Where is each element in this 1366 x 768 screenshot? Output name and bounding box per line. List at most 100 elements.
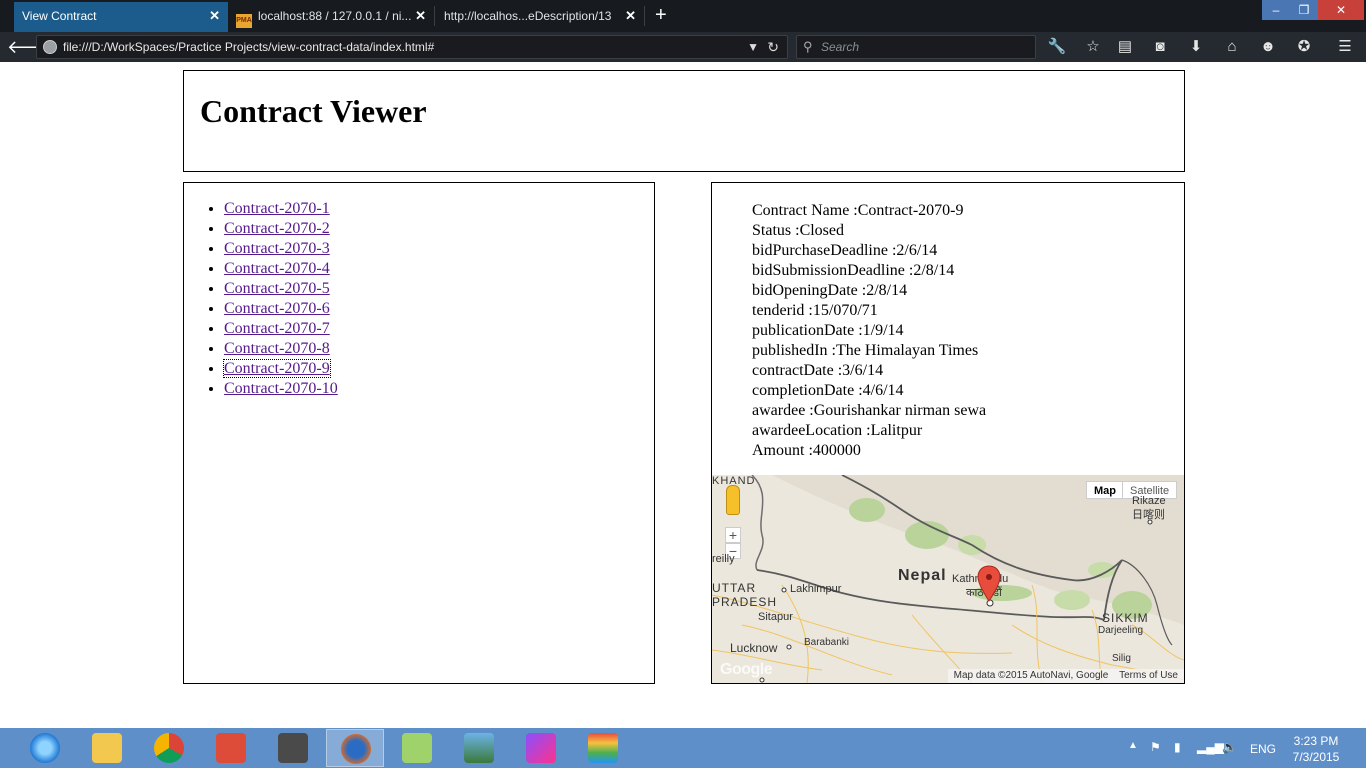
list-item: Contract-2070-4 <box>224 259 338 279</box>
windows-taskbar <box>0 728 1366 768</box>
map-label-region: KHAND <box>712 475 756 487</box>
contract-detail-panel: Contract Name :Contract-2070-9 Status :C… <box>711 182 1185 684</box>
reload-icon[interactable]: ↻ <box>767 36 779 58</box>
map-label-lucknow: Lucknow <box>730 641 778 655</box>
map-label-region: PRADESH <box>712 595 778 609</box>
terms-link[interactable]: Terms of Use <box>1119 670 1178 681</box>
map-label-sitapur: Sitapur <box>758 611 793 623</box>
url-bar[interactable]: file:///D:/WorkSpaces/Practice Projects/… <box>36 35 788 59</box>
photo-viewer-icon[interactable] <box>450 729 508 767</box>
wrench-icon[interactable]: 🔧 <box>1046 37 1068 57</box>
globe-icon <box>43 40 57 54</box>
detail-bid-opening-date: bidOpeningDate :2/8/14 <box>752 282 908 299</box>
map-terrain <box>712 475 1184 683</box>
list-item: Contract-2070-1 <box>224 199 338 219</box>
network-icon[interactable]: ▂▄▆ <box>1197 740 1224 754</box>
flag-icon[interactable]: ⚑ <box>1150 740 1161 754</box>
search-placeholder: Search <box>821 40 860 54</box>
tab-label: View Contract <box>22 9 97 23</box>
search-bar[interactable]: ⚲ Search <box>796 35 1036 59</box>
contract-link[interactable]: Contract-2070-2 <box>224 220 330 237</box>
file-explorer-icon[interactable] <box>78 729 136 767</box>
contract-link[interactable]: Contract-2070-5 <box>224 280 330 297</box>
todoist-icon[interactable] <box>202 729 260 767</box>
restore-button[interactable]: ❐ <box>1290 0 1318 20</box>
street-view-pegman-icon[interactable] <box>726 485 740 515</box>
map-label-lakhimpur: Lakhimpur <box>790 583 842 595</box>
tab-phpmyadmin[interactable]: PMA localhost:88 / 127.0.0.1 / ni... ✕ <box>228 2 434 32</box>
search-icon: ⚲ <box>803 39 813 54</box>
show-hidden-icons-icon[interactable]: ▲ <box>1128 740 1138 751</box>
internet-explorer-icon[interactable] <box>16 729 74 767</box>
detail-bid-submission-deadline: bidSubmissionDeadline :2/8/14 <box>752 262 955 279</box>
pocket-icon[interactable]: ◙ <box>1149 37 1171 57</box>
close-tab-icon[interactable]: ✕ <box>625 2 636 30</box>
tab-localhost-description[interactable]: http://localhos...eDescription/13 ✕ <box>436 2 644 32</box>
sublime-text-icon[interactable] <box>264 729 322 767</box>
list-item: Contract-2070-6 <box>224 299 338 319</box>
contract-link[interactable]: Contract-2070-6 <box>224 300 330 317</box>
map-attribution: Map data ©2015 AutoNavi, Google Terms of… <box>947 669 1184 683</box>
tab-view-contract[interactable]: View Contract ✕ <box>14 2 228 32</box>
contract-link-selected[interactable]: Contract-2070-9 <box>223 359 331 378</box>
close-tab-icon[interactable]: ✕ <box>209 2 220 30</box>
google-logo: Google <box>720 661 773 678</box>
firefox-icon[interactable] <box>326 729 384 767</box>
reading-list-icon[interactable]: ▤ <box>1114 37 1136 57</box>
bookmark-star-icon[interactable]: ☆ <box>1082 37 1104 57</box>
contract-link[interactable]: Contract-2070-7 <box>224 320 330 337</box>
contract-details: Contract Name :Contract-2070-9 Status :C… <box>752 201 986 461</box>
tab-divider <box>434 6 435 26</box>
detail-amount: Amount :400000 <box>752 442 861 459</box>
chevron-down-icon[interactable]: ▼ <box>747 36 759 58</box>
map-label-sikkim: SIKKIM <box>1102 611 1149 625</box>
contract-list-panel: Contract-2070-1 Contract-2070-2 Contract… <box>183 182 655 684</box>
list-item: Contract-2070-9 <box>223 359 338 379</box>
map-data-credit: Map data ©2015 AutoNavi, Google <box>953 670 1109 681</box>
list-item: Contract-2070-10 <box>224 379 338 399</box>
map-label-bareilly: reilly <box>712 553 735 565</box>
list-item: Contract-2070-2 <box>224 219 338 239</box>
detail-status: Status :Closed <box>752 222 845 239</box>
zoom-in-button[interactable]: + <box>725 527 741 543</box>
battery-icon[interactable]: ▮ <box>1174 740 1181 754</box>
contract-link[interactable]: Contract-2070-10 <box>224 380 338 397</box>
contract-link[interactable]: Contract-2070-8 <box>224 340 330 357</box>
chrome-icon[interactable] <box>140 729 198 767</box>
close-window-button[interactable]: ✕ <box>1318 0 1364 20</box>
header-panel: Contract Viewer <box>183 70 1185 172</box>
volume-icon[interactable]: 🔈 <box>1222 740 1237 754</box>
map-label-siliguri: Silig <box>1112 653 1131 664</box>
list-item: Contract-2070-8 <box>224 339 338 359</box>
detail-awardee: awardee :Gourishankar nirman sewa <box>752 402 987 419</box>
back-arrow-icon[interactable]: 🡐 <box>7 35 55 59</box>
tab-bar: View Contract ✕ PMA localhost:88 / 127.0.… <box>0 0 1366 32</box>
close-tab-icon[interactable]: ✕ <box>415 2 426 30</box>
list-item: Contract-2070-3 <box>224 239 338 259</box>
home-icon[interactable]: ⌂ <box>1221 37 1243 57</box>
contract-link[interactable]: Contract-2070-1 <box>224 200 330 217</box>
bluestacks-icon[interactable] <box>574 729 632 767</box>
addon-icon[interactable]: ✪ <box>1293 37 1315 57</box>
contract-link[interactable]: Contract-2070-3 <box>224 240 330 257</box>
page-title: Contract Viewer <box>200 93 427 129</box>
phpmyadmin-icon: PMA <box>236 14 252 28</box>
clock-time[interactable]: 3:23 PM <box>1292 734 1340 748</box>
hello-icon[interactable]: ☻ <box>1257 37 1279 57</box>
map-marker-icon[interactable] <box>976 565 1002 605</box>
map-widget[interactable]: + − Map Satellite KHAND Rikaze 日喀则 reill… <box>712 475 1184 683</box>
phpstorm-icon[interactable] <box>512 729 570 767</box>
download-icon[interactable]: ⬇ <box>1185 37 1207 57</box>
map-label-rikaze-cn: 日喀则 <box>1132 509 1165 521</box>
new-tab-button[interactable]: + <box>655 4 667 26</box>
contract-link[interactable]: Contract-2070-4 <box>224 260 330 277</box>
list-item: Contract-2070-7 <box>224 319 338 339</box>
clock-date[interactable]: 7/3/2015 <box>1292 750 1340 764</box>
url-text: file:///D:/WorkSpaces/Practice Projects/… <box>63 40 435 54</box>
map-type-map-button[interactable]: Map <box>1086 481 1124 499</box>
minimize-button[interactable]: – <box>1262 0 1290 20</box>
detail-tender-id: tenderid :15/070/71 <box>752 302 878 319</box>
notepad-plus-plus-icon[interactable] <box>388 729 446 767</box>
menu-icon[interactable]: ☰ <box>1334 37 1356 57</box>
language-indicator[interactable]: ENG <box>1250 742 1276 756</box>
